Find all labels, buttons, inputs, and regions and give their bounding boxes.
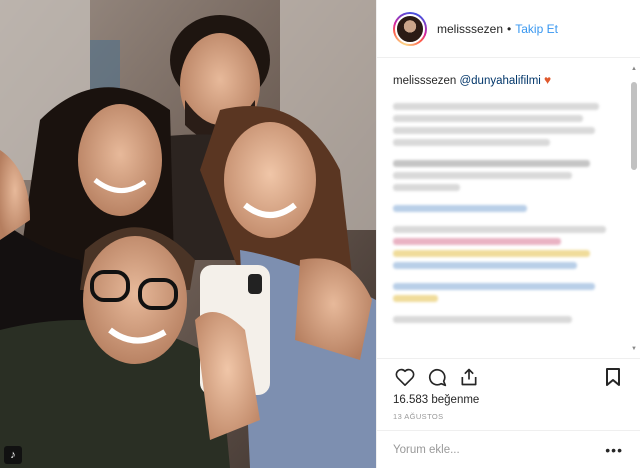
scroll-thumb[interactable]	[631, 82, 637, 170]
share-icon[interactable]	[457, 365, 481, 389]
header-username[interactable]: melisssezen	[437, 22, 503, 36]
caption-mention-link[interactable]: @dunyahalifilmi	[459, 75, 540, 87]
more-options-icon[interactable]: •••	[605, 442, 623, 458]
blurred-comment	[393, 316, 617, 323]
tiktok-badge-icon: ♪	[4, 446, 22, 464]
bookmark-icon[interactable]	[601, 365, 625, 389]
blurred-comment	[393, 205, 617, 212]
heart-emoji-icon: ♥	[544, 73, 552, 87]
blurred-comment	[393, 283, 617, 302]
likes-count[interactable]: 16.583 beğenme	[393, 394, 479, 406]
group-selfie-image	[0, 0, 376, 468]
post-side-panel: melisssezen • Takip Et melisssezen @duny…	[376, 0, 640, 468]
action-bar	[377, 358, 640, 394]
follow-button[interactable]: Takip Et	[515, 22, 558, 36]
post-photo[interactable]: ♪	[0, 0, 376, 468]
comments-scrollbar[interactable]: ▲ ▼	[631, 66, 637, 352]
post-date: 13 AĞUSTOS	[393, 412, 444, 421]
post-header: melisssezen • Takip Et	[377, 0, 640, 58]
comment-input[interactable]	[393, 443, 593, 456]
scroll-down-icon[interactable]: ▼	[631, 346, 637, 352]
blurred-comment	[393, 226, 617, 269]
heart-icon[interactable]	[393, 365, 417, 389]
blurred-comment	[393, 103, 617, 146]
comments-list[interactable]: melisssezen @dunyahalifilmi ♥	[377, 58, 633, 358]
separator-dot: •	[507, 21, 512, 36]
comment-form: •••	[377, 430, 640, 468]
caption: melisssezen @dunyahalifilmi ♥	[393, 72, 617, 89]
blurred-comment	[393, 160, 617, 191]
caption-username[interactable]: melisssezen	[393, 75, 456, 87]
comment-icon[interactable]	[425, 365, 449, 389]
avatar[interactable]	[393, 11, 427, 46]
